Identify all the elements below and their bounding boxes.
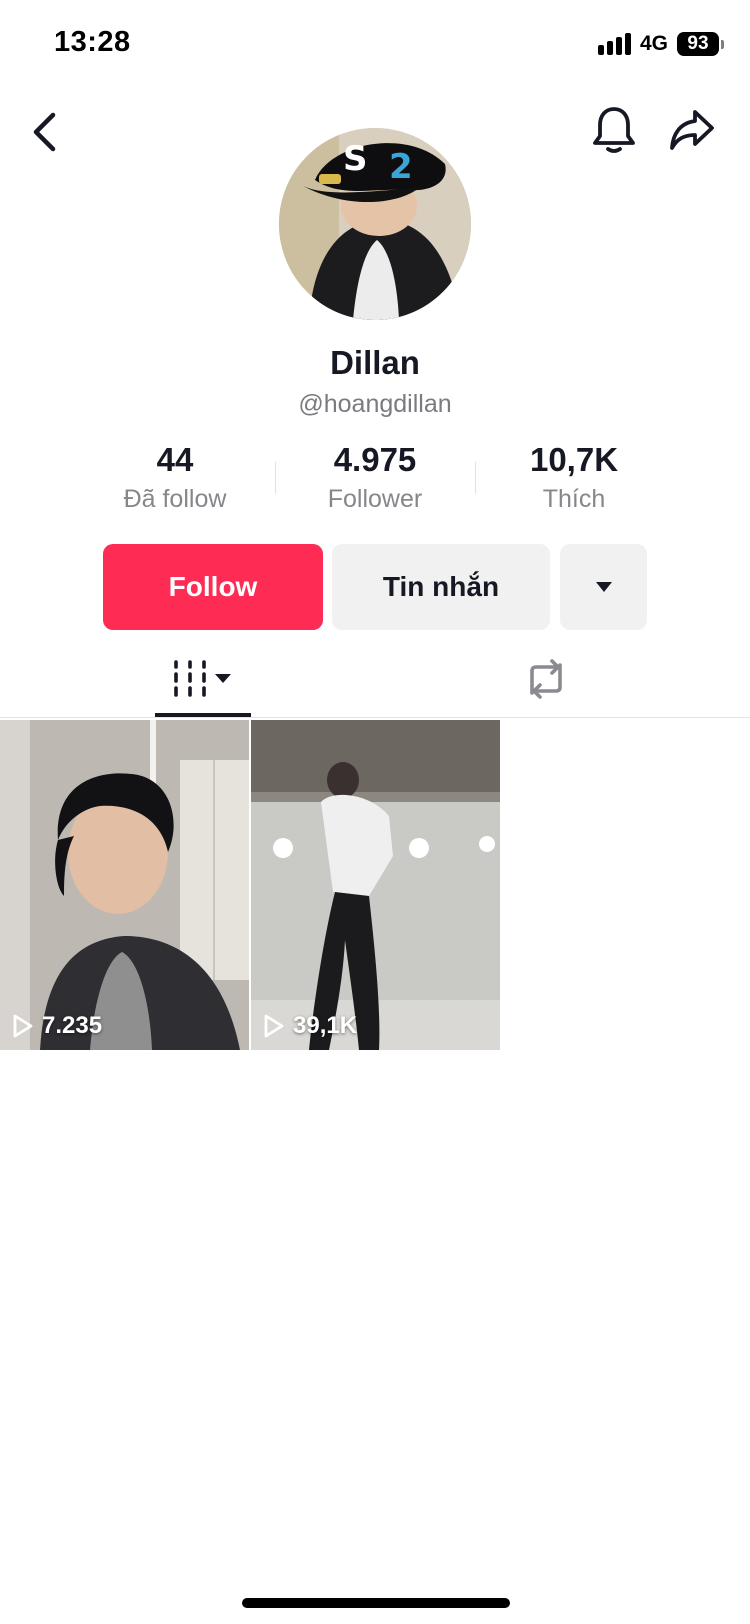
repost-icon [530,659,562,699]
likes-count: 10,7K [529,441,619,478]
video-thumbnail[interactable]: 39,1K [251,720,500,1050]
svg-text:2: 2 [389,147,413,187]
followers-count: 4.975 [333,441,417,478]
notification-bell-button[interactable] [590,104,638,156]
back-button[interactable] [24,108,64,156]
follow-button[interactable]: Follow [103,544,323,630]
signal-icon [597,33,631,55]
content-tabs [0,640,750,718]
tab-reposts[interactable] [498,640,594,718]
followers-label: Follower [327,485,423,513]
play-icon [13,1014,33,1038]
status-indicators: 4G 93 [597,32,724,56]
battery-level: 93 [677,32,719,56]
chevron-left-icon [33,112,56,152]
play-icon [264,1014,284,1038]
tab-videos[interactable] [155,640,251,718]
battery-icon: 93 [677,32,724,56]
active-tab-indicator [155,713,251,717]
network-label: 4G [639,32,668,55]
display-name: Dillan [330,344,420,381]
avatar[interactable]: S 2 [279,128,471,320]
stat-divider [275,462,276,494]
status-bar: 13:28 4G 93 [0,0,750,92]
following-count: 44 [156,441,194,478]
caret-down-icon [595,582,612,592]
bell-icon [593,107,635,153]
avatar-photo: S 2 [279,128,471,320]
share-button[interactable] [666,106,718,154]
video-thumbnail[interactable]: 7.235 [0,720,249,1050]
suggested-accounts-button[interactable] [560,544,647,630]
status-time: 13:28 [54,26,131,58]
message-button[interactable]: Tin nhắn [332,544,550,630]
profile-stats: 44 Đã follow 4.975 Follower 10,7K Thích [0,440,750,520]
grid-lines-icon [174,660,231,697]
following-label: Đã follow [123,485,227,513]
video-thumbnail-image [251,720,500,1050]
video-thumbnail-image [0,720,249,1050]
username: @hoangdillan [298,390,452,418]
stat-following[interactable]: 44 Đã follow [85,440,265,516]
play-count: 39,1K [263,1012,357,1040]
view-count: 7.235 [42,1012,103,1039]
view-count: 39,1K [293,1012,358,1039]
share-arrow-icon [670,110,714,150]
stat-followers[interactable]: 4.975 Follower [285,440,465,516]
play-count: 7.235 [12,1012,102,1040]
stat-divider [475,462,476,494]
stat-likes[interactable]: 10,7K Thích [484,440,664,516]
likes-label: Thích [542,485,606,513]
svg-text:S: S [343,139,368,179]
home-indicator[interactable] [242,1598,510,1608]
